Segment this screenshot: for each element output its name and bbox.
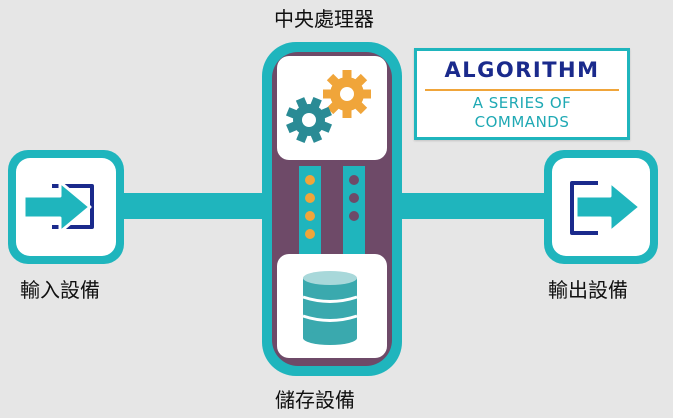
- algorithm-subtitle-line-2: COMMANDS: [474, 113, 570, 131]
- algorithm-box: ALGORITHM A SERIES OF COMMANDS: [414, 48, 630, 140]
- output-device-card: [544, 150, 658, 264]
- output-connector: [400, 193, 550, 219]
- output-device-label: 輸出設備: [548, 278, 628, 302]
- database-icon: [302, 271, 358, 345]
- storage-card: [277, 254, 387, 358]
- processor-card: [277, 56, 387, 160]
- algorithm-divider: [425, 89, 619, 91]
- input-device-label: 輸入設備: [20, 278, 100, 302]
- storage-device-label: 儲存設備: [275, 388, 355, 412]
- algorithm-subtitle-line-1: A SERIES OF: [472, 94, 572, 112]
- input-connector: [110, 193, 268, 219]
- input-device-card: [8, 150, 124, 264]
- algorithm-title: ALGORITHM: [444, 58, 600, 82]
- cpu-label: 中央處理器: [274, 7, 374, 31]
